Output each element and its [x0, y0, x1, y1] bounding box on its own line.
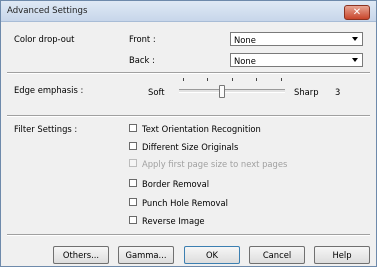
front-label: Front :: [129, 34, 156, 44]
cancel-button[interactable]: Cancel: [249, 246, 305, 264]
reverse-image-label: Reverse Image: [142, 216, 205, 226]
slider-thumb[interactable]: [219, 85, 225, 98]
different-size-checkbox[interactable]: [129, 142, 137, 150]
window-title: Advanced Settings: [7, 6, 88, 16]
chevron-down-icon[interactable]: [349, 55, 361, 65]
border-removal-checkbox[interactable]: [129, 179, 137, 187]
title-bar[interactable]: Advanced Settings ✕: [1, 1, 376, 22]
separator: [7, 115, 370, 117]
text-orientation-checkbox[interactable]: [129, 124, 137, 132]
slider-max-label: Sharp: [294, 87, 319, 97]
back-dropdown[interactable]: None: [230, 53, 363, 67]
front-dropdown-value: None: [234, 35, 256, 45]
slider-min-label: Soft: [148, 87, 165, 97]
slider-tick: [183, 78, 184, 81]
slider-track[interactable]: [179, 89, 285, 93]
apply-first-page-label: Apply first page size to next pages: [142, 159, 288, 169]
back-dropdown-value: None: [234, 56, 256, 66]
edge-emphasis-label: Edge emphasis :: [14, 85, 84, 95]
slider-tick: [281, 78, 282, 81]
dialog-body: Color drop-out Front : None Back : None …: [5, 23, 372, 263]
color-dropout-label: Color drop-out: [14, 34, 75, 44]
filter-settings-label: Filter Settings :: [14, 124, 78, 134]
punch-hole-label: Punch Hole Removal: [142, 198, 228, 208]
different-size-label: Different Size Originals: [142, 142, 239, 152]
others-button[interactable]: Others...: [53, 246, 109, 264]
separator: [7, 72, 370, 74]
help-button[interactable]: Help: [314, 246, 370, 264]
reverse-image-checkbox[interactable]: [129, 216, 137, 224]
back-label: Back :: [129, 55, 155, 65]
close-icon: ✕: [352, 6, 362, 18]
ok-button[interactable]: OK: [184, 246, 240, 264]
slider-tick: [207, 78, 208, 81]
text-orientation-label: Text Orientation Recognition: [142, 124, 261, 134]
chevron-down-icon[interactable]: [349, 34, 361, 44]
advanced-settings-dialog: Advanced Settings ✕ Color drop-out Front…: [0, 0, 377, 267]
front-dropdown[interactable]: None: [230, 32, 363, 46]
border-removal-label: Border Removal: [142, 179, 210, 189]
gamma-button[interactable]: Gamma...: [118, 246, 174, 264]
slider-value: 3: [335, 87, 341, 97]
slider-tick: [232, 78, 233, 81]
close-button[interactable]: ✕: [344, 5, 370, 20]
apply-first-page-checkbox: [129, 159, 137, 167]
punch-hole-checkbox[interactable]: [129, 198, 137, 206]
slider-tick: [256, 78, 257, 81]
separator: [7, 234, 370, 236]
